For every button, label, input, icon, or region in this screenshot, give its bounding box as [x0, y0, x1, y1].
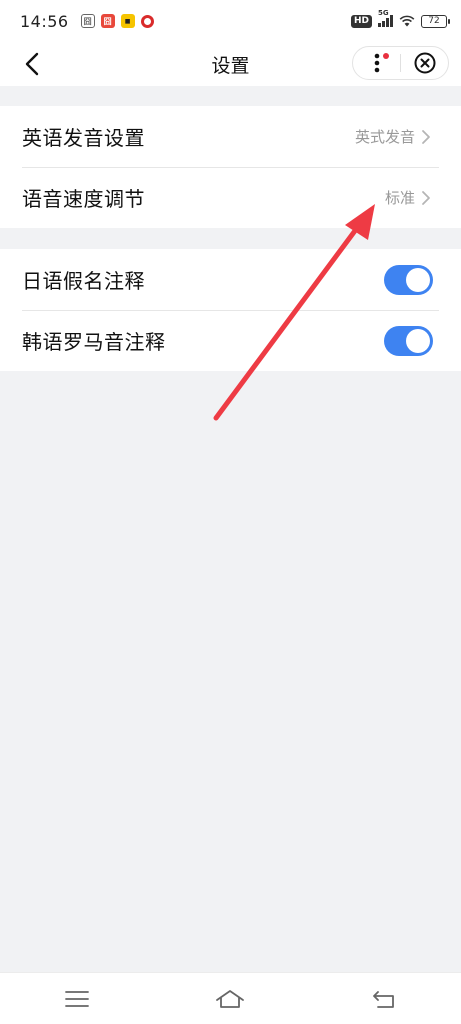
nav-bar: 设置 [0, 42, 461, 86]
chevron-right-icon [422, 190, 430, 205]
page-title: 设置 [211, 54, 250, 77]
close-circle-icon [414, 52, 435, 74]
home-button[interactable] [208, 977, 252, 1021]
close-button[interactable] [401, 47, 448, 79]
notification-dot [383, 53, 390, 59]
speech-speed-row[interactable]: 语音速度调节 标准 [0, 167, 461, 228]
japanese-kana-row: 日语假名注释 [0, 249, 461, 310]
network-type: 5G [378, 9, 389, 17]
setting-label: 日语假名注释 [22, 269, 145, 293]
chevron-right-icon [422, 129, 430, 144]
app-notification-icon: 囧 [100, 14, 115, 28]
system-back-button[interactable] [362, 977, 406, 1021]
setting-value: 标准 [384, 189, 415, 207]
back-icon [373, 990, 395, 1008]
home-icon [216, 989, 245, 1008]
setting-label: 英语发音设置 [22, 126, 145, 150]
app-notification-icon [140, 14, 154, 28]
back-button[interactable] [18, 50, 46, 78]
status-bar: 14:56 囧 囧 ■ HD 5G 72 [0, 0, 461, 42]
hd-badge: HD [350, 14, 372, 28]
annotation-settings-group: 日语假名注释 韩语罗马音注释 [0, 249, 461, 371]
chevron-left-icon [25, 52, 39, 76]
pronunciation-settings-group: 英语发音设置 英式发音 语音速度调节 标准 [0, 106, 461, 228]
setting-label: 语音速度调节 [22, 187, 145, 211]
status-time: 14:56 [20, 11, 69, 31]
more-vertical-icon [374, 53, 379, 73]
app-notification-icon: ■ [120, 14, 135, 28]
setting-label: 韩语罗马音注释 [22, 330, 166, 354]
wifi-icon [399, 15, 415, 27]
menu-icon [64, 990, 89, 1007]
notification-icons: 囧 囧 ■ [80, 14, 154, 28]
english-pronunciation-row[interactable]: 英语发音设置 英式发音 [0, 106, 461, 167]
toggle-knob [406, 267, 430, 292]
korean-romanization-row: 韩语罗马音注释 [0, 310, 461, 371]
recent-apps-button[interactable] [55, 977, 99, 1021]
app-notification-icon: 囧 [80, 14, 95, 28]
miniprogram-capsule [352, 46, 449, 80]
setting-value: 英式发音 [354, 128, 415, 146]
signal-icon: 5G [378, 9, 393, 27]
status-indicators: HD 5G 72 [350, 9, 450, 28]
korean-romanization-toggle[interactable] [384, 325, 433, 356]
japanese-kana-toggle[interactable] [384, 264, 433, 295]
system-nav-bar [0, 972, 461, 1024]
toggle-knob [406, 328, 430, 353]
battery-icon: 72 [421, 14, 450, 28]
settings-page: 14:56 囧 囧 ■ HD 5G 72 设置 英语发音设置 英式发音 语音速度… [0, 0, 461, 1024]
more-button[interactable] [353, 47, 400, 79]
